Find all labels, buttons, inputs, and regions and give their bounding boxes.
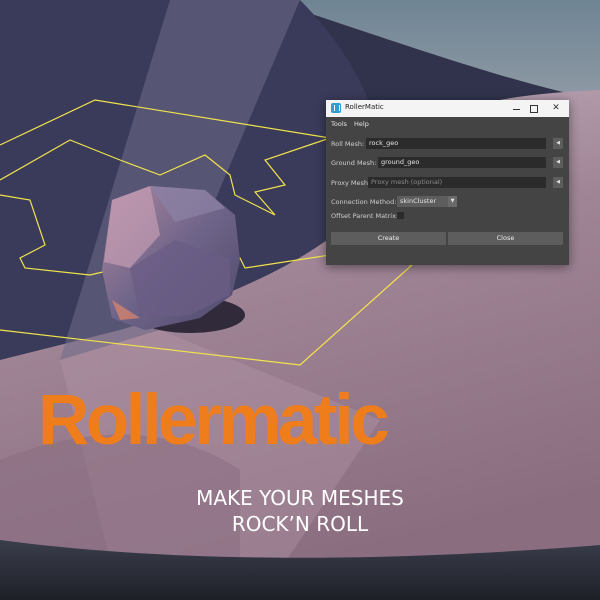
menu-help[interactable]: Help xyxy=(354,120,369,128)
arrow-left-icon: ◀ xyxy=(556,159,560,165)
ground-mesh-field[interactable]: ground_geo xyxy=(378,157,546,168)
chevron-down-icon: ▼ xyxy=(448,196,457,207)
minimize-icon xyxy=(512,109,520,110)
offset-parent-matrix-checkbox[interactable] xyxy=(397,212,404,219)
brand-logotype: Rollermatic xyxy=(38,381,390,460)
arrow-left-icon: ◀ xyxy=(556,140,560,146)
proxy-mesh-field[interactable]: Proxy mesh (optional) xyxy=(368,177,546,188)
create-button[interactable]: Create xyxy=(331,232,446,245)
minimize-button[interactable] xyxy=(509,102,523,114)
window-titlebar[interactable]: RollerMatic ✕ xyxy=(326,100,569,117)
connection-method-value: skinCluster xyxy=(400,197,437,205)
roll-mesh-pick-button[interactable]: ◀ xyxy=(553,138,563,149)
viewport-scene xyxy=(0,0,600,600)
connection-method-label: Connection Method: xyxy=(331,198,397,206)
offset-parent-matrix-label: Offset Parent Matrix: xyxy=(331,212,399,220)
close-window-button[interactable]: ✕ xyxy=(549,102,563,114)
connection-method-dropdown[interactable]: skinCluster ▼ xyxy=(397,196,457,207)
proxy-mesh-label: Proxy Mesh: xyxy=(331,179,371,187)
arrow-left-icon: ◀ xyxy=(556,179,560,185)
rollermatic-window: RollerMatic ✕ Tools Help Roll Mesh: rock… xyxy=(326,100,569,265)
ground-mesh-pick-button[interactable]: ◀ xyxy=(553,157,563,168)
tagline-line-2: ROCK’N ROLL xyxy=(231,512,369,536)
menu-bar: Tools Help xyxy=(326,117,569,131)
close-icon: ✕ xyxy=(552,103,560,113)
menu-tools[interactable]: Tools xyxy=(331,120,347,128)
maximize-icon xyxy=(530,105,538,113)
window-title: RollerMatic xyxy=(345,103,384,111)
roll-mesh-field[interactable]: rock_geo xyxy=(366,138,546,149)
close-button[interactable]: Close xyxy=(448,232,563,245)
maximize-button[interactable] xyxy=(527,102,541,114)
proxy-mesh-pick-button[interactable]: ◀ xyxy=(553,177,563,188)
tagline-line-1: MAKE YOUR MESHES xyxy=(196,486,404,510)
roll-mesh-label: Roll Mesh: xyxy=(331,140,365,148)
ground-mesh-label: Ground Mesh: xyxy=(331,159,377,167)
app-icon xyxy=(331,103,341,113)
